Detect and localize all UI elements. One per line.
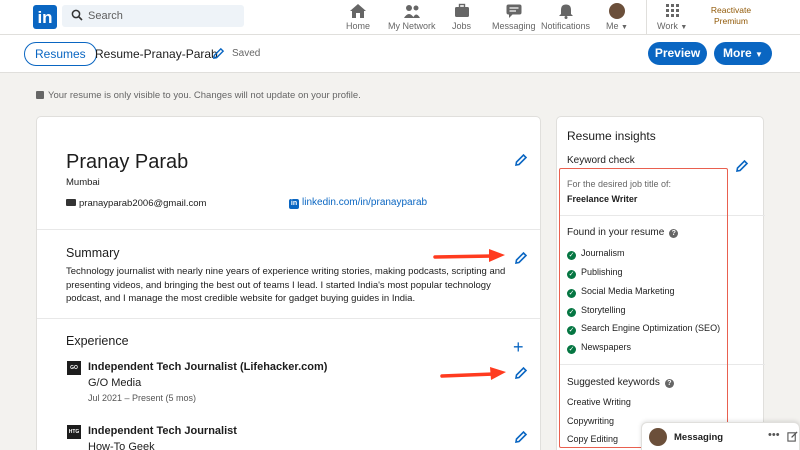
reactivate-premium-link[interactable]: Reactivate Premium (702, 5, 760, 27)
company-logo: HTG (67, 425, 81, 439)
messaging-bar[interactable]: Messaging ••• (641, 422, 800, 450)
nav-home[interactable]: Home (346, 3, 370, 31)
linkedin-icon: in (289, 199, 299, 209)
compose-icon[interactable] (787, 431, 798, 442)
search-placeholder: Search (88, 10, 123, 22)
messaging-icon (506, 4, 522, 18)
linkedin-logo[interactable]: in (33, 5, 57, 29)
nav-my-network-label: My Network (388, 21, 436, 31)
company-logo: GO (67, 361, 81, 375)
avatar (649, 428, 667, 446)
network-icon (403, 5, 420, 18)
nav-jobs-label: Jobs (452, 21, 472, 31)
messaging-label: Messaging (674, 432, 724, 443)
preview-button[interactable]: Preview (648, 42, 707, 65)
profile-city: Mumbai (66, 177, 100, 188)
resume-name: Resume-Pranay-Parab (95, 47, 218, 61)
annotation-arrow-icon (440, 367, 506, 380)
more-options-icon[interactable]: ••• (768, 429, 780, 441)
edit-job-title-pencil-icon[interactable] (735, 159, 749, 173)
nav-work[interactable]: Work ▼ (657, 3, 687, 31)
profile-linkedin-link[interactable]: in linkedin.com/in/pranayparab (289, 197, 427, 209)
avatar (608, 3, 625, 19)
home-icon (350, 4, 366, 18)
resume-card: Pranay Parab Mumbai pranayparab2006@gmai… (36, 116, 541, 450)
chevron-down-icon: ▼ (680, 24, 688, 31)
experience-title-1: Independent Tech Journalist (Lifehacker.… (88, 361, 328, 373)
chevron-down-icon: ▼ (621, 24, 628, 31)
summary-text: Technology journalist with nearly nine y… (66, 266, 506, 304)
experience-company-2: How-To Geek (88, 441, 155, 450)
nav-jobs[interactable]: Jobs (452, 3, 471, 31)
grid-icon (666, 4, 680, 17)
search-icon (71, 9, 83, 21)
nav-divider (646, 0, 647, 35)
nav-messaging[interactable]: Messaging (492, 3, 536, 31)
experience-dates-1: Jul 2021 – Present (5 mos) (88, 393, 197, 403)
nav-notifications-label: Notifications (541, 21, 591, 31)
mail-icon (66, 199, 76, 206)
nav-me-label: Me ▼ (606, 21, 628, 31)
edit-header-pencil-icon[interactable] (514, 153, 528, 167)
nav-me[interactable]: Me ▼ (606, 3, 628, 31)
saved-status: Saved (232, 48, 261, 59)
search-input[interactable]: Search (62, 5, 244, 27)
edit-experience-pencil-icon[interactable] (514, 430, 528, 444)
experience-title-2: Independent Tech Journalist (88, 425, 237, 437)
chevron-down-icon: ▼ (755, 50, 763, 59)
nav-my-network[interactable]: My Network (388, 3, 436, 31)
more-button[interactable]: More ▼ (714, 42, 772, 65)
experience-title: Experience (66, 334, 129, 348)
briefcase-icon (454, 3, 469, 17)
nav-messaging-label: Messaging (492, 21, 536, 31)
edit-summary-pencil-icon[interactable] (514, 251, 528, 265)
top-nav: in Search Home My Network Jobs Messaging… (0, 0, 800, 35)
nav-notifications[interactable]: Notifications (541, 3, 590, 31)
resumes-button[interactable]: Resumes (24, 42, 97, 66)
keyword-check-label: Keyword check (567, 155, 635, 166)
section-divider (37, 229, 540, 230)
experience-company-1: G/O Media (88, 377, 142, 389)
summary-title: Summary (66, 246, 120, 260)
profile-name: Pranay Parab (66, 151, 189, 173)
profile-email: pranayparab2006@gmail.com (66, 198, 206, 209)
nav-work-label: Work ▼ (657, 21, 688, 31)
bell-icon (558, 4, 573, 19)
add-experience-button[interactable]: + (513, 338, 524, 356)
edit-experience-pencil-icon[interactable] (514, 366, 528, 380)
pencil-icon[interactable] (212, 47, 225, 60)
annotation-highlight-box (559, 168, 728, 448)
resume-toolbar: Resumes Resume-Pranay-Parab Saved Previe… (0, 35, 800, 73)
section-divider (37, 318, 540, 319)
nav-home-label: Home (346, 21, 371, 31)
visibility-notice: Your resume is only visible to you. Chan… (36, 90, 361, 101)
insights-title: Resume insights (567, 129, 656, 143)
info-icon (36, 91, 44, 99)
annotation-arrow-icon (433, 249, 505, 262)
